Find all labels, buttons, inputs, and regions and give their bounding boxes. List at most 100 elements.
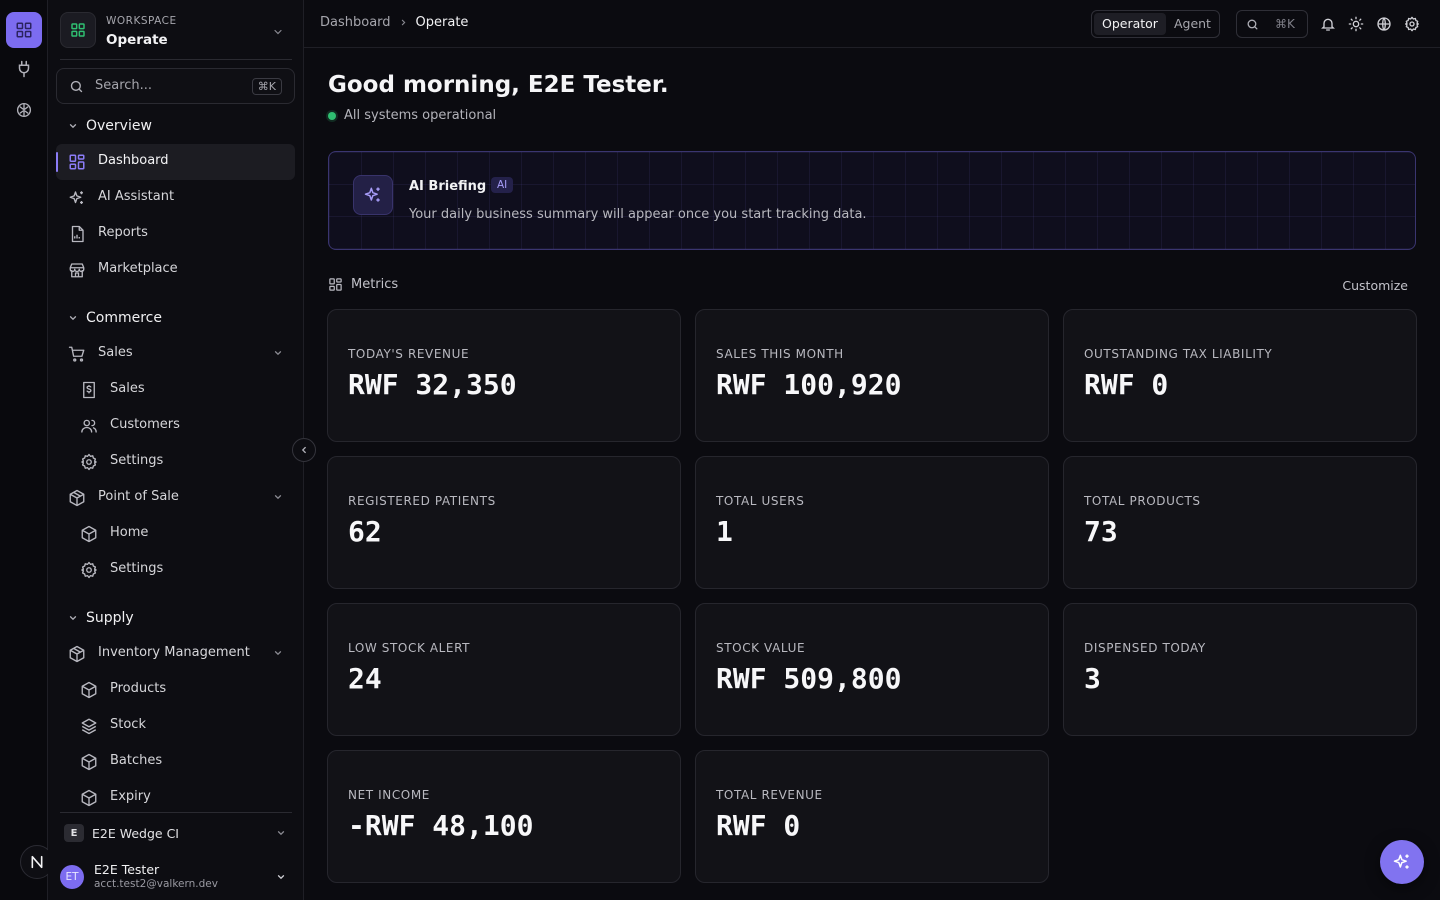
sidebar-item-ai-assistant[interactable]: AI Assistant: [56, 180, 295, 216]
section-overview[interactable]: Overview: [68, 116, 152, 136]
metric-card[interactable]: STOCK VALUE RWF 509,800: [695, 603, 1049, 736]
box-icon: [81, 753, 97, 771]
metric-card[interactable]: REGISTERED PATIENTS 62: [327, 456, 681, 589]
sidebar-item-expiry[interactable]: Expiry: [56, 780, 295, 816]
workspace-switcher[interactable]: WORKSPACE Operate: [60, 12, 292, 60]
gear-icon: [81, 561, 97, 579]
metric-label: DISPENSED TODAY: [1084, 641, 1206, 655]
briefing-text: Your daily business summary will appear …: [409, 207, 867, 222]
sidebar: WORKSPACE Operate Search... ⌘K Overview …: [48, 0, 304, 900]
avatar: ET: [60, 865, 84, 889]
status-text: All systems operational: [344, 108, 497, 123]
user-email: acct.test2@valkern.dev: [94, 878, 218, 890]
metric-value: -RWF 48,100: [348, 809, 534, 842]
metric-label: TODAY'S REVENUE: [348, 347, 470, 361]
ai-assistant-fab-button[interactable]: [1380, 840, 1424, 884]
search-icon: [70, 80, 83, 93]
app-rail: [0, 0, 54, 900]
sidebar-item-pos-home[interactable]: Home: [56, 516, 295, 552]
section-supply[interactable]: Supply: [68, 608, 134, 628]
customize-button[interactable]: Customize: [1342, 278, 1408, 293]
gear-icon[interactable]: [1404, 16, 1420, 32]
metric-card[interactable]: NET INCOME -RWF 48,100: [327, 750, 681, 883]
sidebar-item-dashboard[interactable]: Dashboard: [56, 144, 295, 180]
metric-card[interactable]: DISPENSED TODAY 3: [1063, 603, 1417, 736]
sidebar-item-customers[interactable]: Customers: [56, 408, 295, 444]
dashboard-grid-icon[interactable]: [6, 12, 42, 48]
status-dot-icon: [328, 111, 336, 120]
metric-card[interactable]: TOTAL USERS 1: [695, 456, 1049, 589]
plug-icon[interactable]: [6, 51, 42, 87]
sparkles-icon: [1393, 854, 1409, 869]
org-badge: E: [64, 824, 84, 842]
metric-label: TOTAL REVENUE: [716, 788, 823, 802]
command-search-button[interactable]: ⌘K: [1236, 10, 1308, 38]
organization-switcher[interactable]: E E2E Wedge CI: [60, 812, 292, 852]
sidebar-item-label: Dashboard: [98, 153, 169, 168]
collapse-sidebar-button[interactable]: [292, 438, 316, 462]
metric-card[interactable]: OUTSTANDING TAX LIABILITY RWF 0: [1063, 309, 1417, 442]
main-content: Good morning, E2E Tester. All systems op…: [304, 48, 1440, 900]
mode-operator-button[interactable]: Operator: [1094, 13, 1166, 35]
sidebar-item-label: Inventory Management: [98, 645, 250, 660]
search-input[interactable]: Search... ⌘K: [56, 68, 295, 104]
mode-agent-button[interactable]: Agent: [1166, 13, 1219, 35]
metric-label: OUTSTANDING TAX LIABILITY: [1084, 347, 1273, 361]
sidebar-group-inventory-management[interactable]: Inventory Management: [56, 636, 295, 672]
section-label: Overview: [86, 118, 152, 134]
breadcrumb-item[interactable]: Dashboard: [320, 15, 391, 30]
box-icon: [81, 681, 97, 699]
bell-icon[interactable]: [1320, 16, 1336, 32]
page-title: Good morning, E2E Tester.: [328, 72, 669, 98]
sidebar-item-label: Sales: [110, 381, 145, 396]
sidebar-item-marketplace[interactable]: Marketplace: [56, 252, 295, 288]
ai-badge: AI: [491, 177, 514, 193]
sidebar-item-label: Reports: [98, 225, 148, 240]
sidebar-item-label: Products: [110, 681, 167, 696]
chevron-right-icon: [401, 19, 405, 26]
sparkles-icon: [69, 191, 83, 204]
box-icon: [69, 645, 85, 663]
chevron-down-icon: [277, 831, 285, 836]
metric-value: 24: [348, 662, 382, 695]
gear-icon: [81, 453, 97, 471]
metric-card[interactable]: TOTAL REVENUE RWF 0: [695, 750, 1049, 883]
search-shortcut: ⌘K: [251, 78, 282, 95]
chevron-down-icon: [274, 651, 282, 656]
metric-label: REGISTERED PATIENTS: [348, 494, 496, 508]
metric-card[interactable]: TOTAL PRODUCTS 73: [1063, 456, 1417, 589]
metric-value: RWF 509,800: [716, 662, 902, 695]
metric-value: RWF 100,920: [716, 368, 902, 401]
sidebar-item-batches[interactable]: Batches: [56, 744, 295, 780]
sidebar-item-sales[interactable]: Sales: [56, 372, 295, 408]
metric-label: NET INCOME: [348, 788, 430, 802]
sidebar-item-label: Settings: [110, 561, 164, 576]
sidebar-group-point-of-sale[interactable]: Point of Sale: [56, 480, 295, 516]
brain-icon[interactable]: [6, 92, 42, 128]
sidebar-item-sales-settings[interactable]: Settings: [56, 444, 295, 480]
section-commerce[interactable]: Commerce: [68, 308, 162, 328]
sidebar-item-label: Home: [110, 525, 149, 540]
sidebar-item-stock[interactable]: Stock: [56, 708, 295, 744]
store-icon: [69, 263, 85, 278]
briefing-title: AI Briefing: [409, 179, 487, 194]
sun-icon[interactable]: [1348, 16, 1364, 32]
sidebar-item-label: Stock: [110, 717, 146, 732]
metric-card[interactable]: TODAY'S REVENUE RWF 32,350: [327, 309, 681, 442]
sidebar-group-sales[interactable]: Sales: [56, 336, 295, 372]
sidebar-item-reports[interactable]: Reports: [56, 216, 295, 252]
metric-label: STOCK VALUE: [716, 641, 806, 655]
chevron-down-icon: [277, 875, 285, 880]
globe-icon[interactable]: [1376, 16, 1392, 32]
layers-icon: [81, 718, 97, 735]
user-menu[interactable]: ET E2E Tester acct.test2@valkern.dev: [60, 860, 292, 894]
box-icon: [81, 789, 97, 807]
sidebar-item-label: Batches: [110, 753, 163, 768]
metric-card[interactable]: SALES THIS MONTH RWF 100,920: [695, 309, 1049, 442]
metric-card[interactable]: LOW STOCK ALERT 24: [327, 603, 681, 736]
user-name: E2E Tester: [94, 862, 160, 877]
sidebar-item-pos-settings[interactable]: Settings: [56, 552, 295, 588]
dashboard-icon: [69, 154, 85, 170]
metric-value: RWF 0: [1084, 368, 1169, 401]
sidebar-item-products[interactable]: Products: [56, 672, 295, 708]
